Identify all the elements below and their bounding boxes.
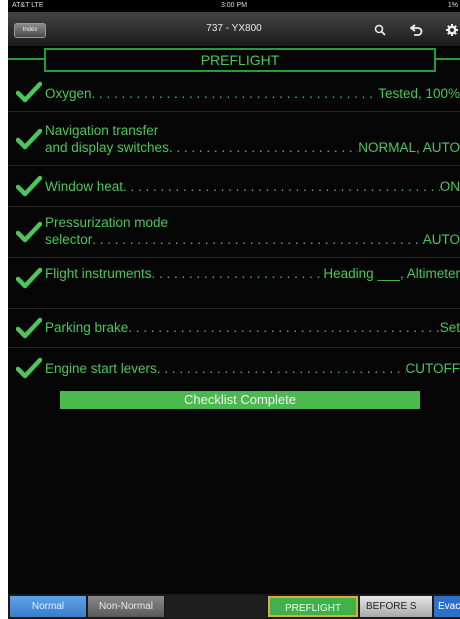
item-value: CUTOFF (405, 361, 460, 376)
leader-dots (92, 85, 379, 102)
item-label: Parking brake (45, 320, 129, 335)
tab-evacuation[interactable]: Evac (434, 596, 460, 617)
checklist-item-engine-start-levers[interactable]: Engine start levers CUTOFF (8, 348, 460, 386)
item-label: Window heat (45, 179, 124, 194)
checkmark-icon (16, 81, 42, 103)
leader-dots (123, 178, 440, 195)
checklist-item-flight-instruments[interactable]: Flight instruments Heading ___, Altimeter (8, 258, 460, 309)
leader-dots (152, 265, 324, 282)
tab-empty[interactable] (166, 596, 266, 617)
gear-icon[interactable] (446, 24, 458, 38)
checklist-item-pressurization-mode[interactable]: Pressurization mode selector AUTO (8, 207, 460, 258)
checkmark-icon (16, 267, 42, 289)
checklist-complete-button[interactable]: Checklist Complete (60, 391, 420, 409)
tab-before-start[interactable]: BEFORE S (360, 596, 432, 617)
back-icon[interactable] (409, 24, 423, 38)
item-label: Navigation transfer (45, 123, 159, 138)
item-label-cont: selector (45, 232, 93, 247)
item-label: Flight instruments (45, 266, 152, 281)
item-value: Heading ___, Altimeter (323, 266, 460, 281)
item-value: AUTO (422, 232, 460, 247)
battery-label: 1% (447, 2, 458, 9)
item-label: Oxygen (45, 86, 92, 101)
search-icon[interactable] (374, 24, 386, 38)
checkmark-icon (16, 128, 42, 150)
tab-bar: Normal Non-Normal PREFLIGHT BEFORE S Eva… (8, 594, 460, 619)
section-rule-right (436, 58, 460, 60)
leader-dots (169, 139, 358, 156)
nav-bar: Index 737 - YX800 (8, 12, 460, 47)
item-value: Set (439, 320, 460, 335)
checklist-item-parking-brake[interactable]: Parking brake Set (8, 309, 460, 348)
leader-dots (128, 319, 439, 336)
leader-dots (92, 231, 422, 248)
leader-dots (157, 360, 406, 377)
item-value: ON (439, 179, 460, 194)
item-value: NORMAL, AUTO (358, 140, 460, 155)
checklist-item-window-heat[interactable]: Window heat ON (8, 166, 460, 207)
app-screen: AT&T LTE 3:00 PM 1% Index 737 - YX800 PR… (8, 0, 460, 619)
checklist-item-navigation-transfer[interactable]: Navigation transfer and display switches… (8, 112, 460, 166)
checkmark-icon (16, 357, 42, 379)
tab-non-normal[interactable]: Non-Normal (88, 596, 164, 617)
item-label: Engine start levers (45, 361, 157, 376)
section-header-row: PREFLIGHT (8, 46, 460, 72)
checkmark-icon (16, 175, 42, 197)
status-time: 3:00 PM (220, 2, 248, 9)
tab-normal[interactable]: Normal (10, 596, 86, 617)
tab-preflight[interactable]: PREFLIGHT (268, 596, 358, 617)
page-title: 737 - YX800 (206, 23, 262, 34)
item-value: Tested, 100% (378, 86, 460, 101)
section-title: PREFLIGHT (44, 48, 436, 72)
section-rule-left (8, 58, 44, 60)
item-label-cont: and display switches (45, 140, 169, 155)
checklist-item-oxygen[interactable]: Oxygen Tested, 100% (8, 73, 460, 112)
status-bar: AT&T LTE 3:00 PM 1% (8, 0, 460, 12)
checkmark-icon (16, 317, 42, 339)
checkmark-icon (16, 221, 42, 243)
item-label: Pressurization mode (45, 215, 169, 230)
